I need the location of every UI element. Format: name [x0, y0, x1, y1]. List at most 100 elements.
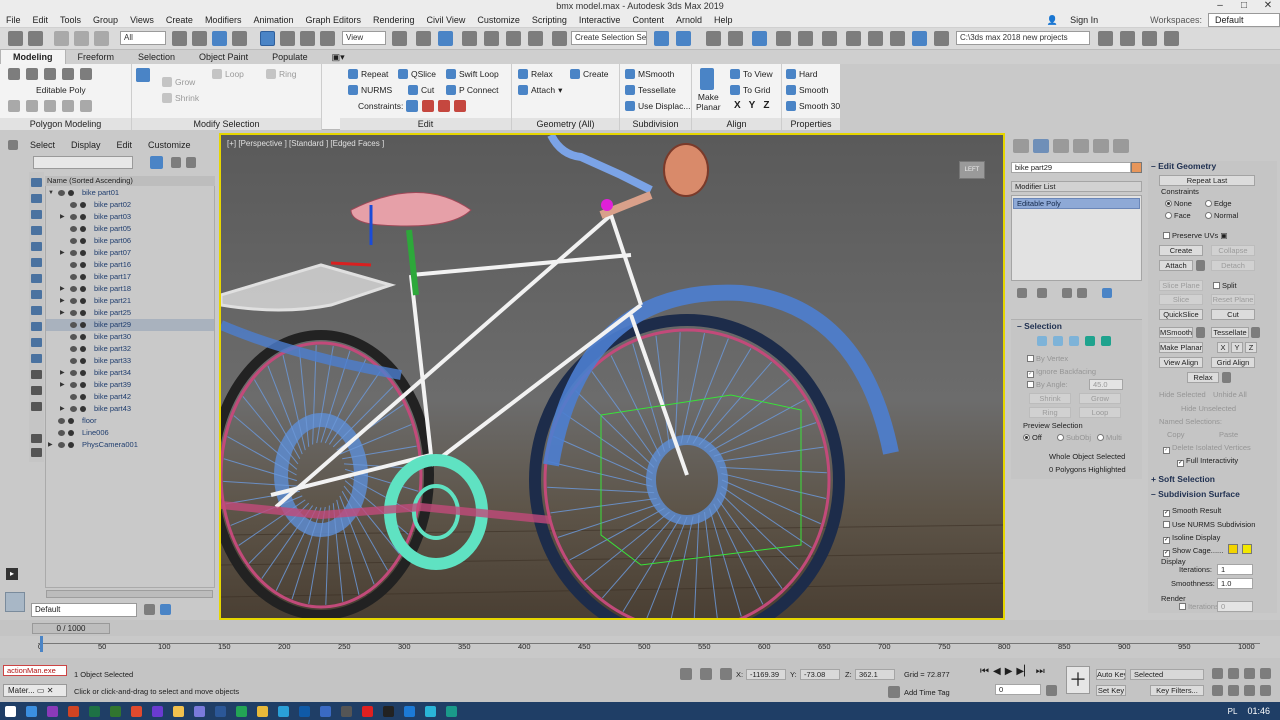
menu-modifiers[interactable]: Modifiers — [199, 12, 248, 28]
auto-key-button[interactable]: Auto Key — [1096, 669, 1126, 680]
scene-explorer-icon[interactable] — [706, 31, 721, 46]
mirror-icon[interactable] — [654, 31, 669, 46]
select-object-icon[interactable] — [172, 31, 187, 46]
percent-snap-icon[interactable] — [506, 31, 521, 46]
snaps-toggle-icon[interactable] — [462, 31, 477, 46]
visibility-eye-icon[interactable] — [58, 430, 65, 436]
relax-button[interactable]: Relax — [518, 68, 553, 80]
undo-icon[interactable] — [8, 31, 23, 46]
menu-animation[interactable]: Animation — [247, 12, 299, 28]
freeze-icon[interactable] — [68, 430, 74, 436]
tessellate-button-cmd[interactable]: Tessellate — [1211, 327, 1249, 338]
link-icon[interactable] — [54, 31, 69, 46]
polygon-modeling-footer[interactable]: Polygon Modeling — [0, 118, 131, 130]
freeze-icon[interactable] — [80, 346, 86, 352]
tessellate-button[interactable]: Tessellate — [625, 84, 676, 96]
by-angle-checkbox[interactable]: By Angle: — [1027, 380, 1068, 389]
maximize-button[interactable]: □ — [1236, 0, 1252, 12]
opera-icon[interactable] — [362, 705, 373, 717]
time-slider-thumb[interactable]: 0 / 1000 — [32, 623, 110, 634]
align-z-button[interactable]: Z — [763, 100, 769, 112]
freeze-icon[interactable] — [80, 202, 86, 208]
layer-dropdown[interactable]: Default — [31, 603, 137, 617]
display-containers-icon[interactable] — [31, 322, 42, 331]
cage-color-2-swatch[interactable] — [1242, 544, 1252, 554]
hide-selected-button[interactable]: Hide Selected — [1159, 390, 1206, 399]
vertex-mode-icon[interactable] — [8, 68, 20, 80]
tree-item[interactable]: ▶ bike part34 — [46, 367, 214, 379]
user-icon[interactable]: 👤 — [1041, 12, 1064, 28]
freeze-icon[interactable] — [80, 274, 86, 280]
word-icon[interactable] — [215, 705, 226, 717]
visibility-eye-icon[interactable] — [70, 286, 77, 292]
freeze-icon[interactable] — [80, 358, 86, 364]
modify-selection-footer[interactable]: Modify Selection — [132, 118, 321, 130]
previous-frame-icon[interactable]: ◀ — [993, 666, 1001, 680]
freeze-icon[interactable] — [68, 442, 74, 448]
tree-expand-icon[interactable]: ▶ — [60, 307, 65, 319]
subdivision-footer[interactable]: Subdivision — [620, 118, 691, 130]
attach-button[interactable]: Attach ▾ — [518, 84, 562, 96]
explorer-menu-edit[interactable]: Edit — [117, 140, 133, 153]
visibility-eye-icon[interactable] — [70, 202, 77, 208]
create-tab-icon[interactable] — [1013, 139, 1029, 153]
preserve-uvs-checkbox[interactable]: Preserve UVs ▣ — [1163, 231, 1227, 240]
geometry-footer[interactable]: Geometry (All) — [512, 118, 619, 130]
swift-loop-button[interactable]: Swift Loop — [446, 68, 499, 80]
msmooth-button[interactable]: MSmooth — [625, 68, 674, 80]
ring-button[interactable]: Ring — [266, 68, 296, 80]
display-invert-icon[interactable] — [31, 402, 42, 411]
unhide-all-button[interactable]: Unhide All — [1213, 390, 1247, 399]
display-xrefs-icon[interactable] — [31, 290, 42, 299]
display-all-icon[interactable] — [31, 370, 42, 379]
project-icon[interactable] — [1142, 31, 1157, 46]
project-folder-icon[interactable] — [1120, 31, 1135, 46]
zoom-icon[interactable] — [1212, 668, 1223, 679]
sort-icon[interactable] — [8, 140, 18, 150]
tree-expand-icon[interactable]: ▶ — [60, 379, 65, 391]
make-planar-button[interactable]: Make Planar — [696, 92, 721, 112]
polygon-mode-icon[interactable] — [62, 68, 74, 80]
tree-item[interactable]: floor — [46, 415, 214, 427]
menu-arnold[interactable]: Arnold — [670, 12, 708, 28]
display-helpers-icon[interactable] — [31, 242, 42, 251]
maxscript-listener[interactable]: actionMan.exe — [3, 665, 67, 676]
z-coordinate-field[interactable]: 362.1 — [855, 669, 895, 680]
to-view-button[interactable]: To View — [730, 68, 773, 80]
vectorworks-icon[interactable] — [383, 705, 394, 717]
slice-button[interactable]: Slice — [1159, 294, 1203, 305]
tree-item[interactable]: Line006 — [46, 427, 214, 439]
constraint-normal-radio[interactable]: Normal — [1205, 211, 1238, 220]
freeze-icon[interactable] — [80, 238, 86, 244]
tree-item[interactable]: bike part30 — [46, 331, 214, 343]
freeze-icon[interactable] — [80, 406, 86, 412]
tab-modeling[interactable]: Modeling — [0, 49, 66, 64]
preview-subobj-radio[interactable]: SubObj — [1057, 433, 1091, 442]
tree-item[interactable]: ▼ bike part01 — [46, 187, 214, 199]
properties-footer[interactable]: Properties — [782, 118, 840, 130]
menu-help[interactable]: Help — [708, 12, 739, 28]
tree-item[interactable]: ▶ bike part43 — [46, 403, 214, 415]
visibility-eye-icon[interactable] — [58, 418, 65, 424]
tree-item[interactable]: ▶ bike part18 — [46, 283, 214, 295]
align-xyz-buttons[interactable]: XYZ — [734, 100, 769, 112]
menu-edit[interactable]: Edit — [27, 12, 55, 28]
material-editor-mini[interactable]: Mater... ▭ ✕ — [3, 684, 67, 697]
sign-in-button[interactable]: Sign In — [1064, 12, 1104, 28]
grow-button-cmd[interactable]: Grow — [1079, 393, 1121, 404]
visibility-eye-icon[interactable] — [70, 394, 77, 400]
zoom-extents-icon[interactable] — [1244, 668, 1255, 679]
smoothness-field[interactable]: 1.0 — [1217, 578, 1253, 589]
y-coordinate-field[interactable]: -73.08 — [800, 669, 840, 680]
tree-expand-icon[interactable]: ▶ — [60, 367, 65, 379]
display-bones-icon[interactable] — [31, 306, 42, 315]
visibility-eye-icon[interactable] — [70, 334, 77, 340]
menu-content[interactable]: Content — [626, 12, 670, 28]
explorer-menu-display[interactable]: Display — [71, 140, 101, 153]
visibility-eye-icon[interactable] — [70, 346, 77, 352]
start-icon[interactable] — [5, 705, 16, 717]
freeze-icon[interactable] — [80, 298, 86, 304]
onenote-icon[interactable] — [47, 705, 58, 717]
tree-item[interactable]: ▶ bike part39 — [46, 379, 214, 391]
sel-border-icon[interactable] — [1069, 336, 1079, 346]
